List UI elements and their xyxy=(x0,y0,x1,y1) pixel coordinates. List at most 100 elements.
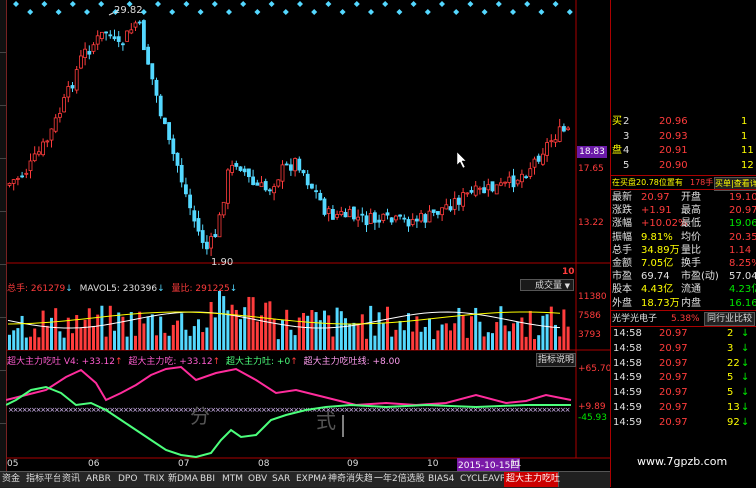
signal-diamond xyxy=(226,9,232,15)
candle xyxy=(452,198,457,210)
candle xyxy=(398,214,403,217)
signal-diamond xyxy=(84,9,90,15)
candle xyxy=(343,211,348,218)
quote-value: 4.43亿 xyxy=(641,284,674,296)
volume-bar xyxy=(495,322,499,350)
month-label: 10 xyxy=(427,459,439,469)
volume-bar xyxy=(218,290,221,350)
candle xyxy=(541,153,545,165)
volume-bar xyxy=(407,313,410,350)
tab-12[interactable]: 神奇消失趋势 xyxy=(326,472,382,487)
tab-3[interactable]: ARBR xyxy=(84,472,119,487)
candlestick-chart[interactable] xyxy=(6,0,576,262)
quote-value: 8.25% xyxy=(729,258,756,269)
candle xyxy=(74,69,79,91)
mouse-cursor-icon xyxy=(456,151,467,169)
tab-14[interactable]: BIAS4 xyxy=(426,472,461,487)
volume-bar xyxy=(276,339,280,350)
order-book-summary: 在买盘20.78位置有 xyxy=(612,178,683,187)
oscillator-chart: ××××××××××××××××××××××××××××××××××××××××… xyxy=(6,365,572,458)
candle xyxy=(133,22,138,28)
divider xyxy=(611,175,756,176)
tab-0[interactable]: 资金 xyxy=(0,472,27,487)
volume-bar xyxy=(369,305,373,350)
volume-bar xyxy=(457,307,461,350)
tab-16[interactable]: 超大主力吃吐 xyxy=(504,472,560,487)
volume-bar xyxy=(415,316,419,350)
candle xyxy=(347,209,352,218)
sector-compare-button[interactable]: 同行业比较 xyxy=(704,312,756,326)
candle xyxy=(498,182,503,186)
candle xyxy=(91,44,96,52)
date-axis: 05 06 07 08 09 10 2015-10-15四 11 xyxy=(6,458,576,471)
month-label: 08 xyxy=(258,459,270,469)
candle xyxy=(414,218,419,222)
down-arrow-icon: ↓ xyxy=(741,402,750,413)
volume-bar xyxy=(45,325,49,350)
candle xyxy=(293,158,298,172)
candle xyxy=(104,31,108,34)
candle xyxy=(121,43,125,46)
tab-6[interactable]: 新DMA xyxy=(166,472,201,487)
price-axis-label: 17.65 xyxy=(578,164,604,174)
candle xyxy=(410,219,415,225)
tab-8[interactable]: MTM xyxy=(220,472,249,487)
tick-volume: 22 xyxy=(727,357,740,369)
volume-bar xyxy=(113,330,116,350)
candle xyxy=(532,158,537,168)
quote-value: 19.06 xyxy=(729,218,756,230)
oscillator-line-red xyxy=(6,365,572,407)
candle xyxy=(389,217,394,223)
tab-10[interactable]: SAR xyxy=(270,472,297,487)
volume-bar xyxy=(8,334,11,350)
signal-diamond xyxy=(439,1,445,7)
tab-1[interactable]: 指标平台 xyxy=(24,472,63,487)
candle xyxy=(53,117,58,132)
high-price-label: 29.82 xyxy=(114,5,143,16)
order-book-summary-vol: 178手 xyxy=(690,178,714,187)
order-volume: 1 xyxy=(741,130,748,142)
tick-time: 14:58 xyxy=(613,357,642,369)
signal-diamond xyxy=(211,1,218,7)
month-label: 05 xyxy=(7,459,19,469)
candle xyxy=(326,208,331,214)
candle xyxy=(217,214,222,238)
tab-4[interactable]: DPO xyxy=(116,472,145,487)
candle xyxy=(79,55,83,69)
candle xyxy=(431,209,436,213)
candle xyxy=(557,126,562,142)
quote-value: 19.10 xyxy=(729,192,756,203)
candle xyxy=(112,36,117,40)
candle xyxy=(242,168,247,173)
volume-axis-label: 11380 xyxy=(578,292,607,302)
candle xyxy=(335,214,340,218)
quote-value: +1.91 xyxy=(641,205,672,217)
candle xyxy=(87,50,92,55)
candle xyxy=(225,169,230,204)
quote-label: 股本 xyxy=(612,284,632,296)
volume-bar xyxy=(344,318,347,350)
quote-value: 16.16万 xyxy=(729,297,756,309)
tab-9[interactable]: OBV xyxy=(246,472,273,487)
tick-time: 14:59 xyxy=(613,416,642,428)
tab-13[interactable]: 一年2倍选股 xyxy=(372,472,429,487)
signal-diamond xyxy=(155,1,161,7)
candle xyxy=(364,215,369,226)
volume-bar xyxy=(150,314,154,350)
candle xyxy=(448,206,453,211)
sector-change: 5.38% xyxy=(671,314,700,324)
tab-11[interactable]: EXPMA xyxy=(294,472,329,487)
tab-15[interactable]: CYCLEAVP xyxy=(458,472,507,487)
candle xyxy=(423,214,428,223)
candle xyxy=(385,212,390,216)
quote-value: 20.97 xyxy=(729,205,756,217)
tick-price: 20.97 xyxy=(659,328,688,339)
watermark-glyph: 式 xyxy=(316,409,336,433)
quote-label: 最新 xyxy=(612,192,632,203)
volume-bar xyxy=(50,317,53,350)
quote-label: 金额 xyxy=(612,258,632,269)
tab-2[interactable]: 资讯 xyxy=(60,472,87,487)
candle xyxy=(83,48,87,58)
volume-bar xyxy=(155,335,158,350)
tab-5[interactable]: TRIX xyxy=(142,472,169,487)
